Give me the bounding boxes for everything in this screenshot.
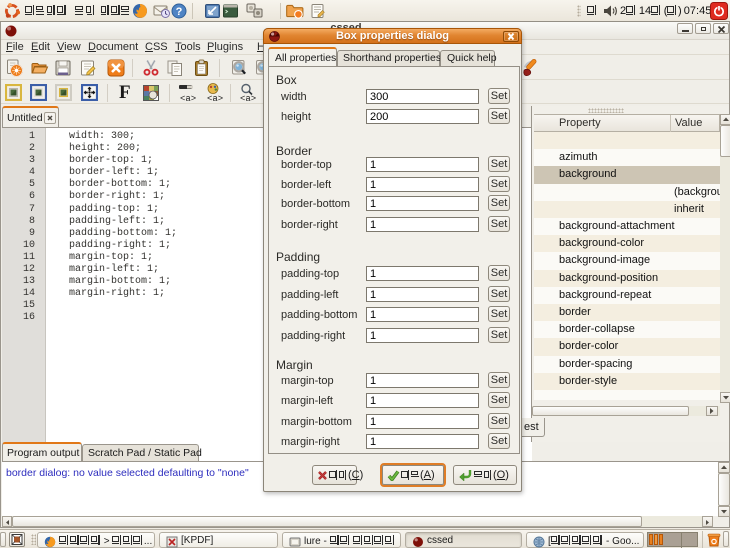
svg-text:?: ? bbox=[176, 6, 183, 18]
svg-text:<a>: <a> bbox=[180, 94, 196, 103]
svg-text:<a>: <a> bbox=[207, 94, 223, 103]
svg-text:<a>: <a> bbox=[240, 94, 256, 103]
